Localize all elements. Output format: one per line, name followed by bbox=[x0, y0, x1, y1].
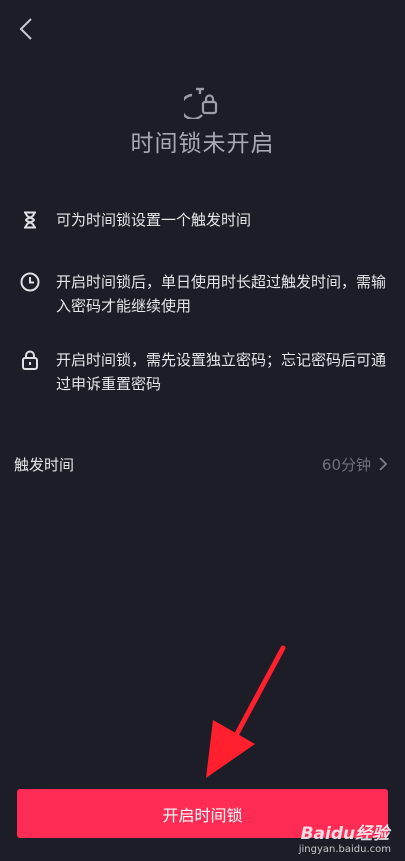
watermark: Baidu经验 jingyan.baidu.com bbox=[299, 819, 391, 855]
back-button[interactable] bbox=[10, 12, 42, 46]
feature-item-usage-limit: 开启时间锁后，单日使用时长超过触发时间，需输入密码才能继续使用 bbox=[18, 270, 388, 318]
watermark-url: jingyan.baidu.com bbox=[298, 844, 391, 855]
lock-icon bbox=[18, 348, 42, 372]
feature-item-password: 开启时间锁，需先设置独立密码；忘记密码后可通过申诉重置密码 bbox=[18, 348, 388, 396]
feature-item-trigger-time: 可为时间锁设置一个触发时间 bbox=[18, 208, 388, 232]
trigger-time-row[interactable]: 触发时间 60分钟 bbox=[0, 446, 405, 482]
feature-text: 开启时间锁后，单日使用时长超过触发时间，需输入密码才能继续使用 bbox=[56, 273, 387, 315]
chevron-right-icon bbox=[379, 457, 387, 471]
trigger-time-label: 触发时间 bbox=[14, 455, 75, 474]
watermark-brand: Baidu经验 bbox=[300, 824, 390, 844]
trigger-time-value-group: 60分钟 bbox=[322, 454, 387, 475]
timer-lock-icon bbox=[184, 87, 218, 119]
feature-text: 可为时间锁设置一个触发时间 bbox=[56, 211, 252, 229]
time-lock-screen: 时间锁未开启 可为时间锁设置一个触发时间 开启时间锁后，单日使用时长超过触发时间… bbox=[0, 0, 405, 861]
feature-text: 开启时间锁，需先设置独立密码；忘记密码后可通过申诉重置密码 bbox=[56, 351, 387, 393]
hourglass-icon bbox=[18, 208, 42, 232]
chevron-left-icon bbox=[19, 18, 32, 40]
clock-icon bbox=[18, 270, 42, 294]
trigger-time-value: 60分钟 bbox=[321, 455, 371, 474]
page-title: 时间锁未开启 bbox=[130, 131, 275, 157]
